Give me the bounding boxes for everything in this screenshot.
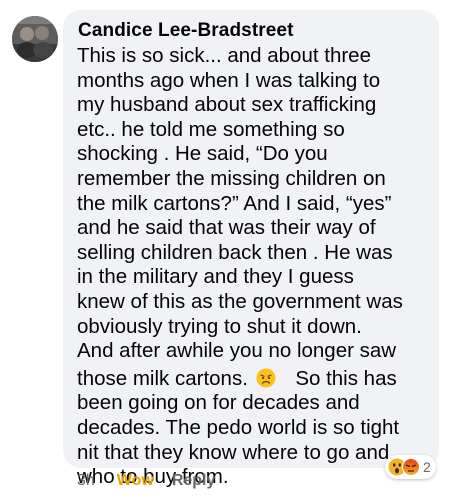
disappointed-face-icon [256,368,276,388]
comment: Candice Lee-Bradstreet This is so sick..… [0,0,451,500]
comment-line: nit that they know where to go and [77,440,390,464]
comment-author[interactable]: Candice Lee-Bradstreet [78,20,294,42]
comment-line: been going on for decades and [77,391,360,415]
comment-text-fragment: So this has [295,366,397,390]
reaction-count: 2 [423,459,431,475]
comment-line: decades. The pedo world is so tight [77,415,400,439]
comment-line: in the military and they I guess [77,265,354,289]
wow-reaction-button[interactable]: Wow [117,472,154,490]
comment-line: shocking . He said, “Do you [77,142,328,166]
comment-text-fragment: those milk cartons. [77,366,248,390]
comment-line: knew of this as the government was [77,289,403,313]
angry-reaction-icon [402,458,420,476]
comment-line: selling children back then . He was [77,240,393,264]
comment-line: etc.. he told me something so [77,117,345,141]
comment-line: my husband about sex trafficking [77,93,377,117]
comment-line: And after awhile you no longer saw [77,339,397,363]
profile-photo [12,16,58,62]
reply-button[interactable]: Reply [172,472,216,490]
comment-line-with-emoji: those milk cartons. So this has [77,367,433,392]
comment-body: This is so sick... and about three month… [77,44,433,490]
comment-timestamp[interactable]: 3h [77,472,95,490]
avatar[interactable] [12,16,58,62]
comment-line: the milk cartons?” And I said, “yes” [77,191,392,215]
comment-actions: 3h Wow Reply [77,472,215,490]
comment-line: obviously trying to shut it down. [77,314,362,338]
reaction-summary[interactable]: 2 [385,455,436,479]
comment-line: remember the missing children on [77,166,386,190]
comment-line: and he said that was their way of [77,216,376,240]
comment-line: This is so sick... and about three [77,44,371,67]
comment-line: months ago when I was talking to [77,68,381,92]
